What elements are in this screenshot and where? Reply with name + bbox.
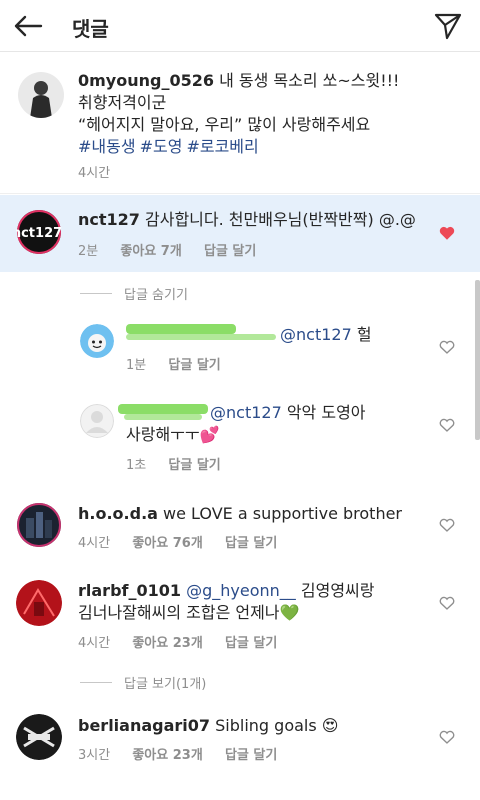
avatar[interactable]: nct127 (16, 209, 62, 255)
caption-meta: 4시간 (78, 162, 128, 181)
caption-line-2: 취향저격이군 (78, 93, 167, 112)
comment-text: rlarbf_0101 @g_hyeonn__ 김영영씨랑 김너나잘해씨의 조합… (78, 580, 448, 624)
reply-button[interactable]: 답글 달기 (225, 536, 277, 551)
comment-body: Sibling goals 😍 (210, 716, 339, 735)
reply-button[interactable]: 답글 달기 (168, 358, 220, 373)
reply-text: @nct127 헐 (280, 324, 440, 346)
reply-meta: 1분 답글 달기 (126, 354, 239, 373)
reply-button[interactable]: 답글 달기 (225, 748, 277, 763)
reply-button[interactable]: 답글 달기 (225, 636, 277, 651)
comment-meta: 2분 좋아요 7개 답글 달기 (78, 240, 274, 259)
view-replies-label: 답글 보기(1개) (124, 677, 207, 692)
timestamp: 3시간 (78, 748, 111, 763)
comment-username[interactable]: rlarbf_0101 (78, 581, 181, 600)
timestamp: 4시간 (78, 636, 111, 651)
timestamp: 4시간 (78, 536, 111, 551)
caption-username[interactable]: 0myoung_0526 (78, 71, 214, 90)
page-title: 댓글 (72, 17, 109, 41)
reply-text-line-2: 사랑해ㅜㅜ💕 (126, 425, 220, 444)
comment-username[interactable]: berlianagari07 (78, 716, 210, 735)
comment-meta: 4시간 좋아요 76개 답글 달기 (78, 532, 295, 551)
back-button[interactable] (8, 6, 48, 46)
comment-username[interactable]: h.o.o.d.a (78, 504, 158, 523)
comment-username[interactable]: nct127 (78, 210, 140, 229)
caption-line-1: 내 동생 목소리 쏘~스윗!!! (214, 71, 400, 90)
avatar[interactable] (16, 502, 62, 548)
divider (80, 293, 112, 294)
avatar[interactable] (80, 324, 114, 358)
mention-link[interactable]: @nct127 (210, 403, 282, 422)
comment-meta: 3시간 좋아요 23개 답글 달기 (78, 744, 295, 763)
caption-line-3: “헤어지지 말아요, 우리” 많이 사랑해주세요 (78, 115, 371, 134)
scrollbar-thumb[interactable] (475, 280, 480, 440)
hide-replies-label: 답글 숨기기 (124, 288, 188, 303)
timestamp: 1분 (126, 358, 147, 373)
like-count[interactable]: 좋아요 23개 (132, 748, 202, 763)
heart-outline-icon[interactable] (438, 728, 456, 746)
heart-outline-icon[interactable] (438, 594, 456, 612)
comment-body: 감사합니다. 천만배우님(반짝반짝) @.@ (139, 210, 416, 229)
comment-body: 김영영씨랑 (295, 581, 375, 600)
comment-meta: 4시간 좋아요 23개 답글 달기 (78, 632, 295, 651)
reply-body: 악악 도영아 (281, 403, 366, 422)
avatar-logo-text: nct127 (16, 226, 62, 241)
reply-row: @nct127 헐 1분 답글 달기 (0, 318, 480, 386)
avatar[interactable] (16, 714, 62, 760)
like-count[interactable]: 좋아요 76개 (132, 536, 202, 551)
comment-body: we LOVE a supportive brother (157, 504, 403, 523)
comment-body-line-2: 김너나잘해씨의 조합은 언제나💚 (78, 603, 300, 622)
redacted-username-mark (124, 414, 202, 420)
heart-filled-icon[interactable] (438, 224, 456, 242)
timestamp: 2분 (78, 244, 99, 259)
comment-text: nct127 감사합니다. 천만배우님(반짝반짝) @.@ (78, 209, 438, 231)
comment-row: nct127 nct127 감사합니다. 천만배우님(반짝반짝) @.@ 2분 … (0, 195, 480, 272)
reply-button[interactable]: 답글 달기 (204, 244, 256, 259)
hide-replies-button[interactable]: 답글 숨기기 (80, 284, 188, 303)
comment-row: berlianagari07 Sibling goals 😍 3시간 좋아요 2… (0, 708, 480, 780)
comment-row: h.o.o.d.a we LOVE a supportive brother 4… (0, 496, 480, 562)
hashtag[interactable]: #내동생 (78, 137, 136, 156)
like-count[interactable]: 좋아요 7개 (120, 244, 181, 259)
reply-row: @nct127 악악 도영아 사랑해ㅜㅜ💕 1초 답글 달기 (0, 398, 480, 478)
top-bar: 댓글 (0, 0, 480, 52)
redacted-username-mark (126, 324, 236, 334)
hashtag[interactable]: #도영 (140, 137, 183, 156)
reply-meta: 1초 답글 달기 (126, 454, 239, 473)
paper-plane-icon (434, 13, 462, 40)
mention-link[interactable]: @g_hyeonn__ (186, 581, 296, 600)
heart-outline-icon[interactable] (438, 338, 456, 356)
divider (80, 682, 112, 683)
post-caption: 0myoung_0526 내 동생 목소리 쏘~스윗!!! 취향저격이군 “헤어… (0, 52, 480, 194)
comment-text: h.o.o.d.a we LOVE a supportive brother (78, 503, 438, 525)
heart-outline-icon[interactable] (438, 416, 456, 434)
hashtag[interactable]: #로코베리 (186, 137, 258, 156)
mention-link[interactable]: @nct127 (280, 325, 352, 344)
reply-button[interactable]: 답글 달기 (168, 458, 220, 473)
reply-text: @nct127 악악 도영아 (210, 402, 440, 424)
heart-outline-icon[interactable] (438, 516, 456, 534)
arrow-left-icon (14, 15, 43, 37)
redacted-username-mark (126, 334, 276, 340)
direct-message-button[interactable] (428, 6, 468, 46)
reply-body: 헐 (351, 325, 372, 344)
avatar[interactable] (18, 72, 64, 118)
comment-row: rlarbf_0101 @g_hyeonn__ 김영영씨랑 김너나잘해씨의 조합… (0, 574, 480, 660)
timestamp: 1초 (126, 458, 147, 473)
comment-text: berlianagari07 Sibling goals 😍 (78, 715, 438, 737)
like-count[interactable]: 좋아요 23개 (132, 636, 202, 651)
avatar[interactable] (80, 404, 114, 438)
avatar[interactable] (16, 580, 62, 626)
caption-text: 0myoung_0526 내 동생 목소리 쏘~스윗!!! 취향저격이군 “헤어… (78, 70, 458, 158)
redacted-username-mark (118, 404, 208, 414)
view-replies-button[interactable]: 답글 보기(1개) (80, 673, 206, 692)
timestamp: 4시간 (78, 166, 111, 181)
